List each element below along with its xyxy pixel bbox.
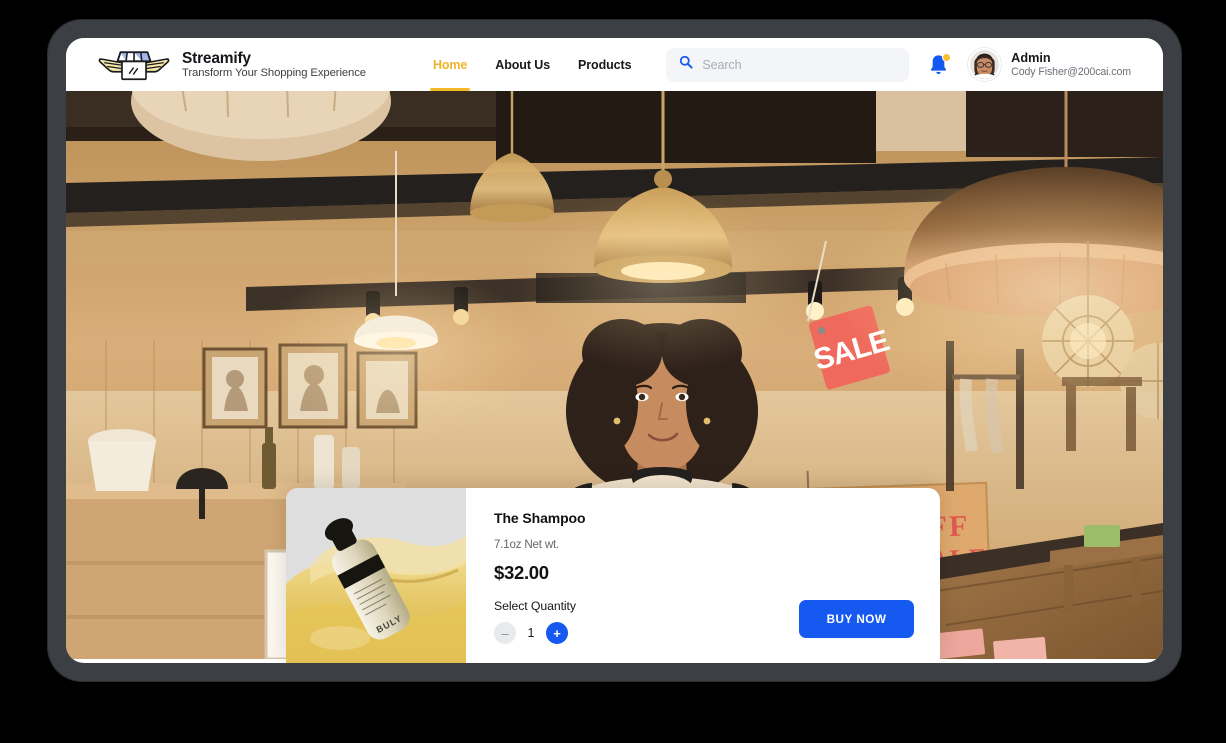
browser-viewport: Streamify Transform Your Shopping Experi… [66,38,1163,663]
header-right-cluster: Admin Cody Fisher@200cai.com [928,48,1143,81]
user-menu[interactable]: Admin Cody Fisher@200cai.com [968,48,1131,81]
device-frame: Streamify Transform Your Shopping Experi… [48,20,1181,681]
nav-item-about-us[interactable]: About Us [494,54,551,76]
search-icon [679,55,693,74]
notification-badge-dot [942,52,952,62]
product-title: The Shampoo [494,510,586,526]
search-box[interactable]: Search [666,47,910,82]
user-meta: Admin Cody Fisher@200cai.com [1011,51,1131,79]
brand-name: Streamify [182,49,251,67]
user-name: Admin [1011,50,1051,65]
product-subtitle: 7.1oz Net wt. [494,538,560,551]
brand-text: Streamify Transform Your Shopping Experi… [182,50,366,80]
avatar [968,48,1002,81]
search-input[interactable]: Search [702,58,741,72]
brand-tagline: Transform Your Shopping Experience [182,66,366,79]
user-email: Cody Fisher@200cai.com [1011,65,1131,78]
product-card: BULY The Shampoo 7.1oz Net wt. $32.00 Se… [286,488,940,663]
shampoo-bottle-image: BULY [286,488,466,663]
nav-item-products[interactable]: Products [577,54,632,76]
product-details: The Shampoo 7.1oz Net wt. $32.00 Select … [466,488,940,663]
brand-logo-block[interactable]: Streamify Transform Your Shopping Experi… [98,46,366,84]
buy-now-button[interactable]: BUY NOW [799,600,914,638]
quantity-value: 1 [527,626,535,640]
nav-item-home[interactable]: Home [429,54,471,91]
quantity-increment-button[interactable]: + [546,622,568,644]
app-header: Streamify Transform Your Shopping Experi… [66,38,1163,91]
product-price: $32.00 [494,562,549,583]
notification-bell-button[interactable] [928,52,952,80]
main-navigation: Home About Us Products [429,54,632,91]
winged-storefront-logo-icon [98,46,170,84]
bell-icon [928,54,949,80]
quantity-decrement-button[interactable]: – [494,622,516,644]
product-image: BULY [286,488,466,663]
